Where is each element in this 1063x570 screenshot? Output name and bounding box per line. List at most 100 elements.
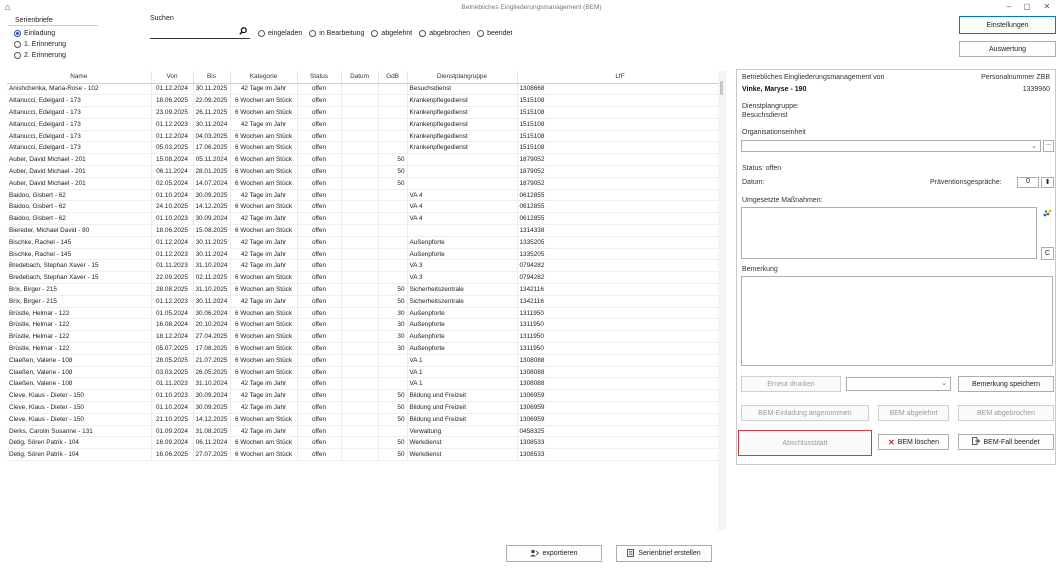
table-row[interactable]: Claeßen, Valerie - 108 28.05.2025 21.07.20…: [7, 354, 723, 367]
table-row[interactable]: Cleve, Klaus - Dieter - 150 01.10.2023 30.…: [7, 389, 723, 403]
radio-icon[interactable]: [14, 41, 21, 48]
serienbrief-option[interactable]: 1. Erinnerung: [14, 39, 66, 50]
radio-icon[interactable]: [419, 30, 427, 37]
bemerkung-textarea[interactable]: [741, 276, 1053, 366]
table-row[interactable]: Brüstle, Helmar - 122 01.05.2024 30.06.202…: [7, 307, 723, 320]
table-row[interactable]: Attanucci, Edelgard - 173 23.09.2025 26.11…: [7, 106, 723, 119]
table-cell: [378, 83, 408, 96]
search-input[interactable]: [150, 26, 250, 39]
table-row[interactable]: Detig, Sören Patrik - 104 16.09.2024 06.11…: [7, 436, 723, 450]
table-row[interactable]: Detig, Sören Patrik - 104 16.06.2025 27.07…: [7, 448, 723, 461]
radio-icon[interactable]: [309, 30, 317, 37]
bem-abgebrochen-button[interactable]: BEM abgebrochen: [958, 405, 1054, 421]
table-cell: Baidoo, Gisbert - 62: [7, 189, 152, 202]
bemerkung-speichern-button[interactable]: Bemerkung speichern: [958, 376, 1054, 392]
table-row[interactable]: Brüstle, Helmar - 122 05.07.2025 17.08.202…: [7, 342, 723, 355]
column-header[interactable]: Datum: [341, 71, 379, 84]
table-row[interactable]: Anishchenka, Maria-Rose - 102 01.12.2024 3…: [7, 83, 723, 96]
color-palette-icon[interactable]: [1043, 209, 1052, 219]
einstellungen-button[interactable]: Einstellungen: [959, 16, 1056, 34]
minimize-icon[interactable]: –: [1002, 2, 1016, 12]
serienbrief-option[interactable]: 2. Erinnerung: [14, 50, 66, 61]
column-header[interactable]: Dienstplangruppe: [407, 71, 518, 84]
table-row[interactable]: Auber, David Michael - 201 06.11.2024 28.0…: [7, 165, 723, 178]
radio-icon[interactable]: [258, 30, 265, 37]
praeventionsgespraeche-input[interactable]: 0: [1017, 177, 1039, 188]
druck-vorlage-select[interactable]: ⌄: [846, 377, 951, 391]
status-filter-option[interactable]: beendet: [477, 28, 512, 39]
bem-loeschen-button[interactable]: ✕ BEM löschen: [878, 434, 949, 450]
column-header[interactable]: LfF: [517, 71, 723, 84]
bem-einladung-angenommen-button[interactable]: BEM-Einladung angenommen: [741, 405, 869, 421]
column-header[interactable]: Name: [7, 71, 152, 84]
table-row[interactable]: Cleve, Klaus - Dieter - 150 21.10.2025 14.…: [7, 413, 723, 426]
table-cell: 1308088: [517, 354, 723, 367]
table-row[interactable]: Bischke, Rachel - 145 01.12.2023 30.11.202…: [7, 248, 723, 261]
table-row[interactable]: Claeßen, Valerie - 108 03.03.2025 26.05.20…: [7, 366, 723, 379]
status-filter-option[interactable]: abgebrochen: [419, 28, 470, 39]
table-row[interactable]: Derks, Carolin Susanne - 131 01.09.2024 31…: [7, 425, 723, 438]
maximize-icon[interactable]: ▢: [1020, 2, 1034, 12]
table-cell: 01.10.2023: [151, 212, 194, 226]
radio-icon[interactable]: [477, 30, 485, 37]
organisationseinheit-select[interactable]: ⌄: [741, 140, 1041, 152]
auswertung-button[interactable]: Auswertung: [959, 41, 1056, 57]
radio-icon[interactable]: [371, 30, 379, 37]
column-header[interactable]: Bis: [193, 71, 231, 84]
exportieren-button[interactable]: exportieren: [506, 545, 602, 562]
table-row[interactable]: Brix, Birger - 215 28.08.2025 31.10.2025 6 …: [7, 283, 723, 296]
status-filter-option[interactable]: abgelehnt: [371, 28, 412, 39]
table-cell: Detig, Sören Patrik - 104: [7, 436, 152, 450]
clear-massnahmen-button[interactable]: C: [1041, 247, 1054, 260]
serienbrief-erstellen-button[interactable]: Serienbrief erstellen: [616, 545, 712, 562]
column-header[interactable]: Kategorie: [230, 71, 298, 84]
table-row[interactable]: Cleve, Klaus - Dieter - 150 01.10.2024 30.…: [7, 401, 723, 414]
table-row[interactable]: Attanucci, Edelgard - 173 01.12.2024 04.03…: [7, 130, 723, 143]
table-row[interactable]: Attanucci, Edelgard - 173 18.06.2025 22.09…: [7, 94, 723, 108]
table-row[interactable]: Brüstle, Helmar - 122 16.08.2024 20.10.202…: [7, 318, 723, 332]
abschlussblatt-button[interactable]: Abschlussblatt: [738, 430, 872, 456]
table-cell: offen: [297, 212, 342, 226]
table-row[interactable]: Brüstle, Helmar - 122 18.12.2024 27.04.202…: [7, 330, 723, 344]
table-cell: Außenpforte: [407, 248, 518, 261]
table-row[interactable]: Bredebach, Stephan Xaver - 15 22.09.2025 0…: [7, 271, 723, 285]
serienbrief-option[interactable]: Einladung: [14, 28, 66, 39]
status-text: Status: offen: [742, 165, 782, 172]
table-cell: 15.08.2024: [151, 153, 194, 167]
table-cell: 21.07.2025: [193, 354, 231, 367]
table-row[interactable]: Brix, Birger - 215 01.12.2023 30.11.2024 42…: [7, 295, 723, 308]
table-cell: offen: [297, 271, 342, 285]
organisationseinheit-more-button[interactable]: ...: [1043, 140, 1054, 152]
table-scrollbar[interactable]: [718, 71, 726, 530]
table-row[interactable]: Attanucci, Edelgard - 173 05.03.2025 17.06…: [7, 141, 723, 155]
status-filter-option[interactable]: eingeladen: [258, 28, 302, 39]
scrollbar-thumb[interactable]: [720, 81, 723, 95]
table-row[interactable]: Baidoo, Gisbert - 62 01.10.2023 30.09.2024…: [7, 212, 723, 226]
column-header[interactable]: Von: [151, 71, 194, 84]
table-row[interactable]: Bischke, Rachel - 145 01.12.2024 30.11.202…: [7, 236, 723, 249]
radio-icon[interactable]: [14, 52, 21, 59]
table-row[interactable]: Auber, David Michael - 201 02.05.2024 14.0…: [7, 177, 723, 190]
column-header[interactable]: GdB: [378, 71, 408, 84]
massnahmen-textarea[interactable]: [741, 207, 1037, 259]
column-header[interactable]: Status: [297, 71, 342, 84]
bem-fall-beendet-button[interactable]: BEM-Fall beendet: [958, 434, 1054, 450]
table-row[interactable]: Baidoo, Gisbert - 62 01.10.2024 30.09.2025…: [7, 189, 723, 202]
bem-abgelehnt-button[interactable]: BEM abgelehnt: [878, 405, 949, 421]
status-filter-option[interactable]: in Bearbeitung: [309, 28, 364, 39]
close-icon[interactable]: ✕: [1040, 2, 1054, 12]
table-row[interactable]: Biereder, Michael David - 80 18.06.2025 15…: [7, 224, 723, 237]
personalnummer-label: Personalnummer ZBB: [981, 74, 1050, 81]
table-cell: [341, 94, 379, 108]
table-row[interactable]: Auber, David Michael - 201 15.08.2024 05.1…: [7, 153, 723, 167]
praeventionsgespraeche-stepper[interactable]: ⬍: [1041, 177, 1054, 188]
erneut-drucken-button[interactable]: Erneut drucken: [741, 376, 841, 392]
table-cell: [341, 342, 379, 355]
radio-icon[interactable]: [14, 30, 21, 37]
stepper-icon[interactable]: ⬍: [1045, 179, 1051, 186]
search-icon[interactable]: [239, 27, 247, 37]
table-row[interactable]: Baidoo, Gisbert - 62 24.10.2025 14.12.2025…: [7, 200, 723, 214]
table-row[interactable]: Claeßen, Valerie - 108 01.11.2023 31.10.20…: [7, 377, 723, 391]
table-row[interactable]: Attanucci, Edelgard - 173 01.12.2023 30.11…: [7, 118, 723, 131]
table-row[interactable]: Bredebach, Stephan Xaver - 15 01.11.2023 3…: [7, 259, 723, 273]
